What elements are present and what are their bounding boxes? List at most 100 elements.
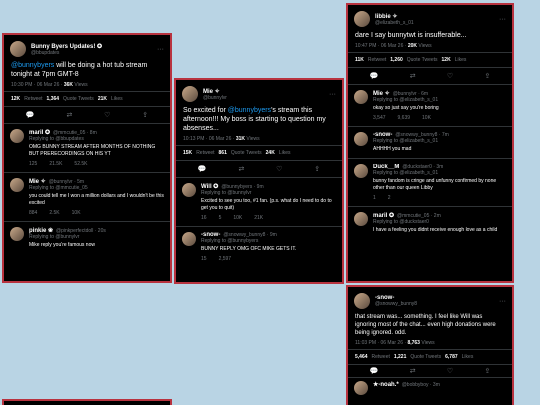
avatar[interactable] — [182, 86, 198, 102]
likes-count[interactable]: 12K — [442, 57, 451, 63]
share-icon[interactable]: ⇪ — [142, 111, 148, 119]
avatar[interactable] — [354, 212, 368, 226]
more-icon[interactable]: ··· — [499, 298, 506, 305]
share-icon[interactable]: ⇪ — [314, 165, 320, 173]
reply-tweet[interactable]: maril ✪ @mmcutie_05 · 8m Replying to @bbu… — [4, 124, 170, 173]
avatar[interactable] — [10, 41, 26, 57]
reply-stat[interactable]: 52.5K — [74, 161, 87, 167]
avatar[interactable] — [10, 227, 24, 241]
reply-tweet[interactable]: -snow- @snowwy_bunny8 · 9m Replying to @b… — [176, 227, 342, 267]
likes-count[interactable]: 6,787 — [445, 354, 458, 360]
tweet-body: that stream was... something. I feel lik… — [355, 314, 496, 336]
reply-stat[interactable]: 2.5K — [49, 210, 59, 216]
avatar[interactable] — [182, 183, 196, 197]
avatar[interactable] — [354, 381, 368, 395]
reply-stat[interactable]: 5 — [219, 215, 222, 221]
reply-stat[interactable]: 2 — [388, 195, 391, 201]
reply-tweet[interactable]: maril ✪ @mmcutie_05 · 2m Replying to @duc… — [348, 207, 512, 239]
mention-link[interactable]: @bunnybyers — [11, 62, 54, 69]
reply-stat[interactable]: 21K — [254, 215, 263, 221]
quotes-count[interactable]: 1,221 — [394, 354, 407, 360]
likes-label: Likes — [111, 96, 123, 102]
retweets-label: Retweet — [367, 57, 387, 63]
more-icon[interactable]: ··· — [157, 46, 164, 53]
reply-stat[interactable]: 10K — [233, 215, 242, 221]
reply-author[interactable]: Mie ✧ — [29, 178, 46, 185]
tweet-panel-snow: -snow- @snowwy_bunny8 ··· that stream wa… — [346, 285, 514, 405]
reply-stat[interactable]: 16 — [201, 215, 207, 221]
reply-stat[interactable]: 125 — [29, 161, 37, 167]
avatar[interactable] — [10, 178, 24, 192]
share-icon[interactable]: ⇪ — [484, 367, 490, 375]
reply-author[interactable]: ★-noah.* — [373, 381, 399, 388]
avatar[interactable] — [10, 129, 24, 143]
more-icon[interactable]: ··· — [499, 16, 506, 23]
tweet-stats: 15K Retweet 861 Quote Tweets 24K Likes — [176, 145, 342, 161]
tweet-stats: 12K Retweet 1,364 Quote Tweets 21K Likes — [4, 91, 170, 107]
reply-icon[interactable]: 💬 — [198, 165, 207, 173]
reply-tweet[interactable]: Mie ✧ @bunnylvr · 5m Replying to @mmcutie… — [4, 173, 170, 222]
more-icon[interactable]: ··· — [329, 91, 336, 98]
likes-count[interactable]: 24K — [266, 150, 275, 156]
reply-author[interactable]: Mie ✧ — [373, 90, 390, 97]
quotes-count[interactable]: 861 — [219, 150, 227, 156]
author-handle[interactable]: @bunnylvr — [203, 95, 227, 101]
avatar[interactable] — [354, 90, 368, 104]
avatar[interactable] — [354, 132, 368, 146]
reply-stat[interactable]: 10K — [72, 210, 81, 216]
retweet-icon[interactable]: ⇄ — [238, 165, 244, 173]
tweet-meta: 10:47 PM · 06 Mar 26 · 20K Views — [355, 43, 432, 49]
author-name[interactable]: libbie ✧ — [375, 13, 414, 20]
retweet-icon[interactable]: ⇄ — [410, 72, 416, 80]
avatar[interactable] — [354, 293, 370, 309]
retweets-count[interactable]: 15K — [183, 150, 192, 156]
reply-tweet[interactable]: -snow- @snowwy_bunny8 · 7m Replying to @e… — [348, 127, 512, 159]
quotes-count[interactable]: 1,260 — [390, 57, 403, 63]
reply-stat[interactable]: 15 — [201, 256, 207, 262]
timestamp: 11:03 PM · 06 Mar 26 — [355, 340, 403, 346]
reply-stat[interactable]: 21.5K — [49, 161, 62, 167]
reply-author[interactable]: maril ✪ — [29, 129, 50, 136]
like-icon[interactable]: ♡ — [104, 111, 110, 119]
reply-tweet[interactable]: ★-noah.* @bobbyboy · 3m — [348, 378, 512, 400]
tweet-text: @bunnybyers will be doing a hot tub stre… — [4, 61, 170, 79]
reply-tweet[interactable]: Mie ✧ @bunnylvr · 6m Replying to @elizabe… — [348, 85, 512, 127]
quotes-count[interactable]: 1,364 — [47, 96, 60, 102]
reply-tweet[interactable]: Will ✪ @bunnybyers · 9m Replying to @bunn… — [176, 178, 342, 227]
author-handle[interactable]: @elizabeth_s_01 — [375, 20, 414, 26]
retweets-count[interactable]: 5,464 — [355, 354, 368, 360]
retweet-icon[interactable]: ⇄ — [410, 367, 416, 375]
like-icon[interactable]: ♡ — [447, 72, 453, 80]
reply-author[interactable]: pinkie ❀ — [29, 227, 53, 234]
reply-author[interactable]: Will ✪ — [201, 183, 218, 190]
author-name[interactable]: Bunny Byers Updates! ✪ — [31, 43, 102, 50]
retweet-icon[interactable]: ⇄ — [66, 111, 72, 119]
avatar[interactable] — [182, 232, 196, 246]
avatar[interactable] — [354, 164, 368, 178]
reply-icon[interactable]: 💬 — [26, 111, 35, 119]
reply-tweet[interactable]: pinkie ❀ @pinkperfectdoll · 20s Replying … — [4, 222, 170, 254]
reply-stat[interactable]: 10K — [422, 115, 431, 121]
retweets-count[interactable]: 12K — [11, 96, 20, 102]
reply-stat[interactable]: 2,597 — [219, 256, 232, 262]
reply-stat[interactable]: 3,547 — [373, 115, 386, 121]
tweet-body-pre: So excited for — [183, 107, 226, 114]
reply-icon[interactable]: 💬 — [370, 367, 379, 375]
like-icon[interactable]: ♡ — [276, 165, 282, 173]
like-icon[interactable]: ♡ — [447, 367, 453, 375]
author-handle[interactable]: @snowwy_bunny8 — [375, 301, 417, 307]
reply-tweet[interactable]: Duck__M @duckstaer0 · 3m Replying to @eli… — [348, 159, 512, 207]
author-handle[interactable]: @bbupdates — [31, 50, 102, 56]
reply-stat[interactable]: 9,639 — [398, 115, 411, 121]
mention-link[interactable]: @bunnybyers — [228, 107, 271, 114]
reply-stat[interactable]: 884 — [29, 210, 37, 216]
reply-author[interactable]: maril ✪ — [373, 212, 394, 219]
reply-stat[interactable]: 1 — [373, 195, 376, 201]
share-icon[interactable]: ⇪ — [484, 72, 490, 80]
likes-count[interactable]: 21K — [98, 96, 107, 102]
tweet-body: dare I say bunnytwt is insufferable... — [355, 32, 467, 39]
avatar[interactable] — [354, 11, 370, 27]
retweets-count[interactable]: 11K — [355, 57, 364, 63]
reply-icon[interactable]: 💬 — [370, 72, 379, 80]
author-name[interactable]: Mie ✧ — [203, 88, 227, 95]
